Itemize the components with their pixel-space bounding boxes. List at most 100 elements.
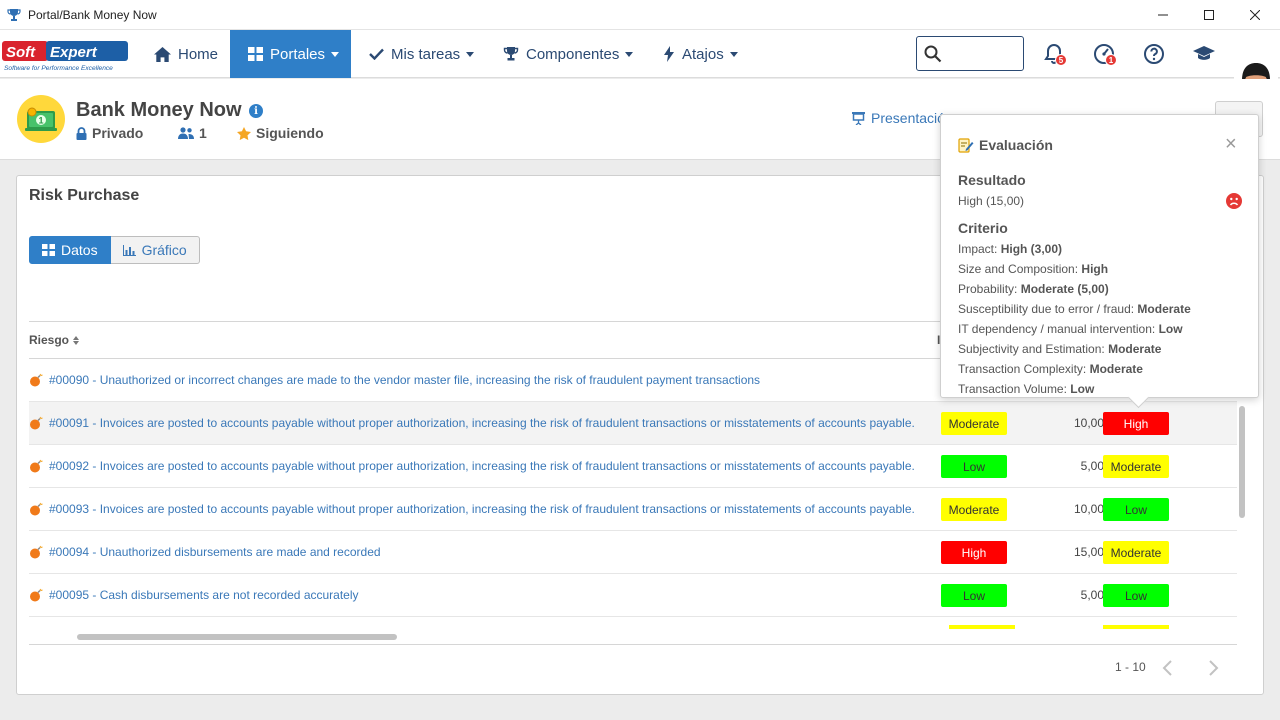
svg-text:1: 1 — [39, 116, 44, 126]
level-badge[interactable]: Low — [941, 584, 1007, 607]
bolt-icon — [664, 46, 674, 62]
vertical-scrollbar[interactable] — [1239, 406, 1245, 518]
result-badge[interactable]: Low — [1103, 584, 1169, 607]
criterion-value: Low — [1158, 322, 1183, 336]
nav-home-label: Home — [178, 45, 219, 63]
info-icon[interactable]: i — [249, 104, 263, 118]
presentation-button[interactable]: Presentació — [852, 110, 945, 126]
risk-link[interactable]: #00093 - Invoices are posted to accounts… — [49, 502, 915, 516]
tab-data[interactable]: Datos — [29, 236, 111, 264]
minimize-button[interactable] — [1140, 0, 1186, 30]
score-value: 10,00 — [1073, 502, 1104, 516]
chevron-down-icon — [331, 51, 340, 57]
risk-link[interactable]: #00095 - Cash disbursements are not reco… — [49, 588, 359, 602]
table-row-partial — [29, 617, 1237, 629]
tab-chart[interactable]: Gráfico — [110, 236, 200, 264]
members-count[interactable]: 1 — [178, 125, 207, 141]
criterion-label: IT dependency / manual intervention: — [958, 322, 1159, 336]
learning-button[interactable] — [1192, 42, 1216, 66]
criterion-value: Moderate — [1137, 302, 1191, 316]
next-page-button[interactable] — [1207, 660, 1219, 679]
lock-icon — [76, 126, 87, 140]
maximize-button[interactable] — [1186, 0, 1232, 30]
level-badge[interactable]: Moderate — [941, 498, 1007, 521]
criterion-label: Susceptibility due to error / fraud: — [958, 302, 1138, 316]
bomb-icon — [29, 502, 43, 519]
chevron-right-icon — [1209, 660, 1219, 676]
result-badge[interactable]: Low — [1103, 498, 1169, 521]
bomb-icon — [29, 545, 43, 562]
criterion-item: Probability: Moderate (5,00) — [958, 282, 1109, 296]
notifications-button[interactable]: 5 — [1042, 42, 1067, 66]
members-count-value: 1 — [199, 125, 207, 141]
privacy-status: Privado — [76, 125, 143, 141]
presentation-label: Presentació — [871, 110, 945, 126]
star-icon — [237, 126, 251, 140]
level-badge[interactable]: Low — [941, 455, 1007, 478]
svg-text:Software for Performance Excel: Software for Performance Excellence — [4, 65, 113, 72]
level-badge[interactable]: Moderate — [941, 412, 1007, 435]
bomb-icon — [29, 459, 43, 476]
svg-text:Soft: Soft — [6, 44, 36, 61]
criterion-label: Transaction Volume: — [958, 382, 1071, 396]
search-box[interactable] — [916, 36, 1024, 71]
level-badge[interactable]: High — [941, 541, 1007, 564]
bomb-icon — [29, 373, 43, 390]
dashboard-alerts-button[interactable]: 1 — [1092, 42, 1117, 66]
nav-components[interactable]: Componentes — [503, 30, 634, 78]
table-row[interactable]: #00094 - Unauthorized disbursements are … — [29, 531, 1237, 574]
bomb-icon — [29, 416, 43, 433]
following-toggle[interactable]: Siguiendo — [237, 125, 324, 141]
help-button[interactable] — [1142, 42, 1166, 66]
criterion-value: High — [1081, 262, 1109, 276]
criterion-item: Subjectivity and Estimation: Moderate — [958, 342, 1161, 356]
risk-link[interactable]: #00090 - Unauthorized or incorrect chang… — [49, 373, 760, 387]
nav-components-label: Componentes — [526, 45, 620, 63]
risk-link[interactable]: #00092 - Invoices are posted to accounts… — [49, 459, 915, 473]
criterion-label: Impact: — [958, 242, 1001, 256]
graduation-cap-icon — [1193, 46, 1215, 60]
result-value: High (15,00) — [958, 194, 1025, 208]
bomb-icon — [29, 588, 43, 605]
criterion-item: Size and Composition: High — [958, 262, 1108, 276]
horizontal-scrollbar[interactable] — [77, 634, 397, 640]
criterion-value: Moderate (5,00) — [1020, 282, 1109, 296]
nav-shortcuts[interactable]: Atajos — [663, 30, 738, 78]
table-row[interactable]: #00093 - Invoices are posted to accounts… — [29, 488, 1237, 531]
presentation-icon — [852, 111, 865, 125]
window-titlebar: Portal/Bank Money Now — [0, 0, 1280, 30]
score-value: 15,00 — [1073, 545, 1104, 559]
privacy-label: Privado — [92, 125, 144, 141]
score-value: 10,00 — [1073, 416, 1104, 430]
popover-close-button[interactable]: × — [1225, 134, 1237, 154]
table-row[interactable]: #00092 - Invoices are posted to accounts… — [29, 445, 1237, 488]
table-icon — [42, 244, 55, 256]
table-row[interactable]: #00095 - Cash disbursements are not reco… — [29, 574, 1237, 617]
bar-chart-icon — [122, 244, 136, 256]
widget-title: Risk Purchase — [29, 187, 140, 204]
column-risk-header[interactable]: Riesgo — [29, 333, 80, 347]
criterion-label: Transaction Complexity: — [958, 362, 1090, 376]
pagination-range: 1 - 10 — [1115, 660, 1146, 674]
criterion-value: Moderate — [1108, 342, 1162, 356]
nav-tasks[interactable]: Mis tareas — [369, 30, 475, 78]
result-badge[interactable]: Moderate — [1103, 541, 1169, 564]
nav-portals[interactable]: Portales — [230, 30, 351, 78]
prev-page-button[interactable] — [1162, 660, 1174, 679]
risk-link[interactable]: #00094 - Unauthorized disbursements are … — [49, 545, 381, 559]
search-input[interactable] — [947, 43, 1019, 65]
table-row[interactable]: #00091 - Invoices are posted to accounts… — [29, 402, 1237, 445]
nav-home[interactable]: Home — [144, 30, 228, 78]
close-window-button[interactable] — [1232, 0, 1278, 30]
criterion-item: Susceptibility due to error / fraud: Mod… — [958, 302, 1191, 316]
criterion-value: Low — [1070, 382, 1095, 396]
nav-tasks-label: Mis tareas — [391, 45, 461, 63]
softexpert-logo[interactable]: Soft Expert Software for Performance Exc… — [2, 38, 132, 72]
criterion-item: Impact: High (3,00) — [958, 242, 1062, 256]
risk-link[interactable]: #00091 - Invoices are posted to accounts… — [49, 416, 915, 430]
portal-logo: 1 — [17, 95, 65, 143]
result-badge[interactable]: High — [1103, 412, 1169, 435]
result-badge[interactable]: Moderate — [1103, 455, 1169, 478]
chevron-left-icon — [1162, 660, 1172, 676]
svg-text:Expert: Expert — [50, 44, 98, 61]
